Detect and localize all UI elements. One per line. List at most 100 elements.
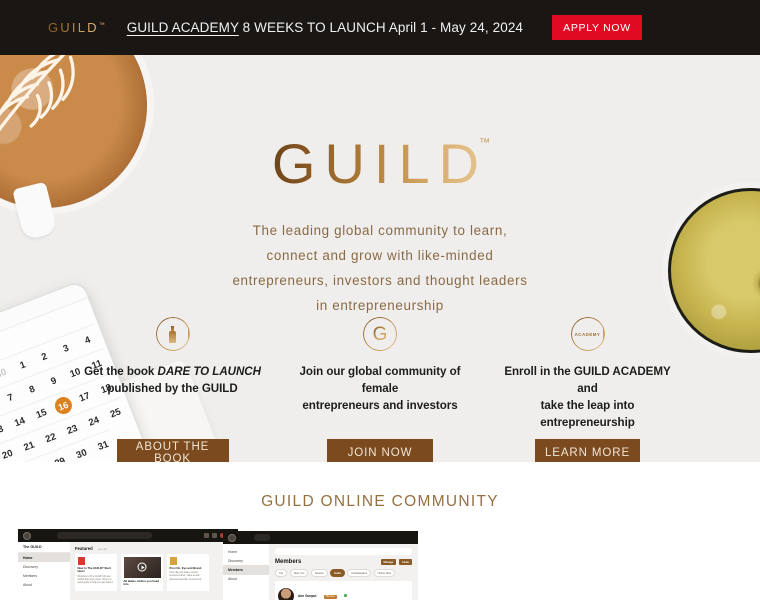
- invite-button[interactable]: Invite: [399, 559, 412, 566]
- tagline-line-1: The leading global community to learn,: [252, 223, 508, 238]
- tagline-line-3: entrepreneurs, investors and thought lea…: [232, 273, 528, 288]
- screenshot-members: Home Discovery Members About Members Man…: [223, 531, 418, 600]
- book-title: DARE TO LAUNCH: [157, 365, 261, 378]
- feed-card[interactable]: All ladies, before you head into: [121, 554, 163, 592]
- calendar-day-highlight: 16: [52, 394, 75, 417]
- bottle-icon: [155, 317, 190, 351]
- member-badge: Member: [323, 594, 338, 600]
- sidebar-item-home[interactable]: Home: [223, 547, 269, 556]
- join-now-button[interactable]: JOIN NOW: [327, 439, 433, 462]
- feature-academy-line1: Enroll in the GUILD ACADEMY and: [504, 365, 671, 395]
- hero-section: + 28293012345678910111213141516171819202…: [0, 55, 760, 462]
- learn-more-button[interactable]: LEARN MORE: [535, 439, 640, 462]
- card-title: New to The GUILD? Start Here!: [77, 565, 111, 574]
- brand-word: GUILD: [271, 132, 489, 195]
- guild-academy-link[interactable]: GUILD ACADEMY: [127, 20, 239, 35]
- feature-community-line1: Join our global community of female: [299, 365, 461, 395]
- sidebar-item-discovery[interactable]: Discovery: [18, 562, 70, 571]
- screenshot-members-main: Members Manage Invite Top Near You Newes…: [269, 544, 418, 600]
- announcement-text: GUILD ACADEMY 8 WEEKS TO LAUNCH April 1 …: [127, 20, 523, 35]
- message-icon: [212, 533, 217, 538]
- feed-card[interactable]: Post On, Eye and Brand Post, like and sh…: [167, 554, 209, 592]
- avatar: [23, 531, 31, 540]
- card-body: Welcome to The GUILD! We are thrilled th…: [77, 575, 114, 585]
- search-input[interactable]: [275, 548, 412, 555]
- sidebar-item-about[interactable]: About: [18, 581, 70, 590]
- apply-now-button[interactable]: APPLY NOW: [552, 15, 642, 40]
- screenshot-feed-body: The GUILD Home Discovery Members About F…: [18, 542, 238, 600]
- manage-button[interactable]: Manage: [380, 559, 397, 566]
- card-title: Post On, Eye and Brand: [169, 565, 202, 570]
- feature-book: Get the book DARE TO LAUNCH published by…: [80, 317, 265, 431]
- feature-community-line2: entrepreneurs and investors: [302, 399, 458, 412]
- members-heading: Members Manage Invite: [275, 559, 412, 566]
- cta-wrap-join: JOIN NOW: [288, 439, 473, 462]
- avatar: [228, 533, 236, 542]
- filter-top[interactable]: Top: [275, 569, 288, 578]
- card-badge-icon: [169, 556, 177, 565]
- online-status-icon: [344, 594, 348, 598]
- sidebar-item-members[interactable]: Members: [223, 565, 269, 575]
- sidebar-item-discovery[interactable]: Discovery: [223, 556, 269, 565]
- screenshot-feed-sidebar: The GUILD Home Discovery Members About: [18, 542, 70, 600]
- see-all-link[interactable]: see all: [98, 547, 107, 551]
- bottle-glyph: [169, 325, 176, 343]
- icon-ring: [363, 317, 397, 351]
- screenshot-feed-main: Featured see all New to The GUILD? Start…: [70, 542, 238, 600]
- card-badge-icon: [77, 556, 85, 565]
- tagline-line-4: in entrepreneurship: [316, 298, 444, 313]
- hero-tagline: The leading global community to learn, c…: [0, 218, 760, 318]
- members-title: Members: [275, 559, 302, 566]
- feature-columns: Get the book DARE TO LAUNCH published by…: [80, 317, 680, 431]
- brand-logo-text: GUILD ™: [271, 131, 491, 196]
- guild-g-icon: G: [363, 317, 397, 351]
- members-actions: Manage Invite: [380, 559, 412, 566]
- feature-academy: ACADEMY Enroll in the GUILD ACADEMY and …: [495, 317, 680, 431]
- sidebar-header: The GUILD: [18, 545, 70, 553]
- search-input: [57, 532, 152, 539]
- menu-icon: [254, 534, 270, 541]
- about-the-book-button[interactable]: ABOUT THE BOOK: [116, 439, 229, 462]
- icon-ring: [570, 317, 605, 351]
- member-list-item[interactable]: Ann Gunput Member Founder: [275, 581, 412, 600]
- platform-screenshots: The GUILD Home Discovery Members About F…: [18, 529, 418, 600]
- filter-online-now[interactable]: Online Now: [373, 569, 395, 578]
- cta-wrap-learn: LEARN MORE: [495, 439, 680, 462]
- featured-cards: New to The GUILD? Start Here! Welcome to…: [75, 554, 233, 592]
- filter-newest[interactable]: Newest: [310, 569, 328, 578]
- brand-logo: GUILD ™: [0, 131, 760, 196]
- avatar: [278, 587, 294, 600]
- brand-trademark: ™: [479, 137, 491, 149]
- filter-guild[interactable]: Guild: [330, 569, 345, 578]
- filter-near-you[interactable]: Near You: [289, 569, 309, 578]
- screenshot-members-topbar: [223, 531, 418, 544]
- feed-card[interactable]: New to The GUILD? Start Here! Welcome to…: [75, 554, 117, 592]
- filter-ambassadors[interactable]: Ambassadors: [347, 569, 372, 578]
- screenshot-members-sidebar: Home Discovery Members About: [223, 544, 269, 600]
- play-icon[interactable]: [137, 562, 147, 572]
- featured-label: Featured: [75, 546, 93, 551]
- calendar-icon: [204, 533, 209, 538]
- feature-book-line2: published by the GUILD: [107, 382, 238, 395]
- feature-academy-line2: take the leap into entrepreneurship: [540, 399, 635, 429]
- landing-page: GUILD™ GUILD ACADEMY 8 WEEKS TO LAUNCH A…: [0, 0, 760, 600]
- topbar-logo[interactable]: GUILD™: [48, 20, 105, 35]
- sidebar-item-members[interactable]: Members: [18, 571, 70, 580]
- member-info: Ann Gunput Member Founder: [298, 584, 348, 600]
- sidebar-item-about[interactable]: About: [223, 575, 269, 584]
- topbar-logo-text: GUILD: [48, 20, 99, 35]
- announcement-bar: GUILD™ GUILD ACADEMY 8 WEEKS TO LAUNCH A…: [0, 0, 760, 55]
- tagline-line-2: connect and grow with like-minded: [266, 248, 494, 263]
- cta-wrap-book: ABOUT THE BOOK: [80, 439, 265, 462]
- sidebar-item-home[interactable]: Home: [18, 553, 70, 563]
- feature-book-line1: Get the book: [84, 365, 158, 378]
- featured-heading: Featured see all: [75, 546, 233, 551]
- hero-cta-row: ABOUT THE BOOK JOIN NOW LEARN MORE: [80, 439, 680, 462]
- community-section-title: GUILD ONLINE COMMUNITY: [261, 493, 499, 510]
- feature-community-text: Join our global community of female entr…: [288, 363, 473, 414]
- announcement-detail: 8 WEEKS TO LAUNCH April 1 - May 24, 2024: [238, 20, 524, 35]
- screenshot-feed-topbar: [18, 529, 238, 542]
- member-name-row: Ann Gunput Member: [298, 584, 348, 600]
- feature-community: G Join our global community of female en…: [288, 317, 473, 431]
- member-name: Ann Gunput: [298, 594, 317, 599]
